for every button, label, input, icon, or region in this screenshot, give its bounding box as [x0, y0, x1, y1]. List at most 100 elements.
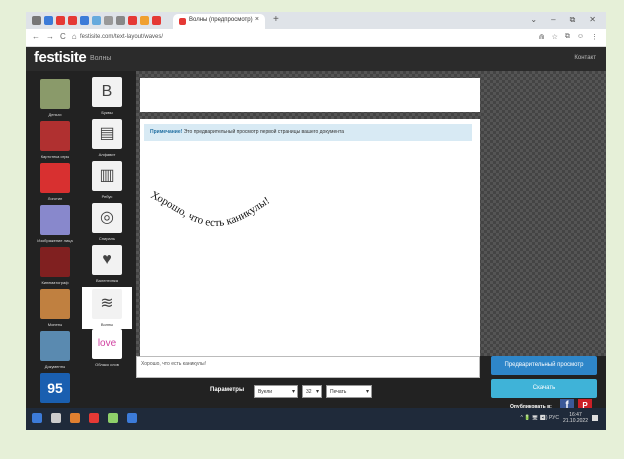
clock[interactable]: 16:47 21.10.2022 — [563, 412, 588, 424]
sidebar-item[interactable]: Изображение лица — [30, 205, 80, 243]
sidebar-item[interactable]: Картотека игры — [30, 121, 80, 159]
taskbar-app-icon[interactable] — [51, 413, 61, 423]
sidebar-item[interactable]: Кинематограф — [30, 247, 80, 285]
pinned-tab-icon[interactable] — [104, 16, 113, 25]
home-icon[interactable]: ⌂ — [72, 32, 77, 41]
sidebar-item-label: Монеты — [47, 322, 63, 327]
tray-icons[interactable]: ^ 🔋 🖥 ◀) РУС — [520, 415, 559, 421]
sidebar-item[interactable]: Деньги — [30, 79, 80, 117]
sidebar-item-label: Облако слов — [95, 362, 119, 367]
menu-icon[interactable]: ⋮ — [591, 33, 598, 41]
ad-banner — [140, 78, 480, 112]
url-field[interactable]: festisite.com/text-layout/waves/ — [80, 34, 163, 40]
window-controls: ⌄ – ⧉ ✕ — [530, 15, 596, 25]
site-header: festisite Волны Контакт — [26, 47, 606, 71]
bookmark-star-icon[interactable]: ☆ — [552, 33, 558, 41]
sidebar-thumbnail-icon: ▤ — [92, 119, 122, 149]
sidebar-thumbnail-icon: ♥ — [92, 245, 122, 275]
tab-title: Волны (предпросмотр) — [189, 17, 253, 23]
nav-waves-link[interactable]: Волны — [90, 55, 111, 62]
active-tab[interactable]: Волны (предпросмотр) × — [173, 14, 265, 29]
sidebar-item-label: Изображение лица — [37, 238, 73, 243]
tab-favicon-icon — [179, 18, 186, 25]
pinned-tab-icon[interactable] — [44, 16, 53, 25]
minimize-icon[interactable]: – — [551, 15, 555, 25]
sidebar-thumbnail-icon: ≋ — [92, 289, 122, 319]
download-button[interactable]: Скачать — [491, 379, 597, 398]
back-icon[interactable]: ← — [32, 32, 40, 41]
preview-canvas: Примечание! Это предварительный просмотр… — [136, 71, 606, 356]
sidebar-thumbnail-icon — [40, 121, 70, 151]
sidebar-item[interactable]: ≋ Волны — [82, 287, 132, 329]
reload-icon[interactable]: C — [60, 32, 66, 41]
notification-icon[interactable] — [592, 415, 598, 421]
taskbar-app-icon[interactable] — [127, 413, 137, 423]
sidebar-item-label: Валентинка — [96, 278, 118, 283]
sidebar-item[interactable]: ▤ Алфавит — [82, 119, 132, 157]
notice-text: Это предварительный просмотр первой стра… — [182, 129, 344, 135]
pinned-tab-icon[interactable] — [116, 16, 125, 25]
sidebar-item[interactable]: love Облако слов — [82, 329, 132, 367]
sidebar-item-label: Картотека игры — [40, 154, 70, 159]
pinned-tab-icon[interactable] — [152, 16, 161, 25]
sidebar-thumbnail-icon — [40, 247, 70, 277]
sidebar-thumbnail-icon — [40, 331, 70, 361]
sidebar-item[interactable]: B Буквы — [82, 77, 132, 115]
sidebar-item[interactable]: ▥ Ребус — [82, 161, 132, 199]
sidebar-item-label: Логотип — [47, 196, 63, 201]
sidebar-item-label: Документы — [44, 364, 66, 369]
taskbar-app-icon[interactable] — [108, 413, 118, 423]
profile-icon[interactable]: ☺ — [577, 33, 584, 41]
nav-buttons: ← → C ⌂ — [32, 32, 77, 41]
sidebar-item[interactable]: Логотип — [30, 163, 80, 201]
pinned-tab-icon[interactable] — [140, 16, 149, 25]
taskbar-apps — [32, 413, 137, 423]
pinned-tab-icon[interactable] — [32, 16, 41, 25]
translate-icon[interactable]: ⋒ — [539, 33, 545, 41]
pinned-tab-icon[interactable] — [92, 16, 101, 25]
close-window-icon[interactable]: ✕ — [589, 15, 596, 25]
chevron-down-icon: ▾ — [315, 389, 319, 395]
sidebar-item[interactable]: 95 — [30, 373, 80, 406]
sidepanel-icon[interactable]: ⧉ — [565, 33, 570, 41]
preview-button[interactable]: Предварительный просмотр — [491, 356, 597, 375]
sidebar-item-label: Деньги — [48, 112, 62, 117]
pinned-tab-icon[interactable] — [128, 16, 137, 25]
style-select-value: Печать — [330, 389, 347, 395]
sidebar-item[interactable]: ♥ Валентинка — [82, 245, 132, 283]
sidebar-item[interactable]: Документы — [30, 331, 80, 369]
font-select[interactable]: Вуели ▾ — [254, 385, 298, 398]
sidebar-thumbnail-icon — [40, 289, 70, 319]
site-logo[interactable]: festisite — [34, 49, 87, 66]
sidebar-thumbnail-icon — [40, 205, 70, 235]
wavy-text: Хорошо, что есть каникулы! — [149, 189, 272, 229]
sidebar-item[interactable]: Монеты — [30, 289, 80, 327]
chevron-down-icon: ▾ — [365, 389, 369, 395]
new-tab-button[interactable]: + — [273, 14, 279, 25]
sidebar-thumbnail-icon: love — [92, 329, 122, 359]
contact-link[interactable]: Контакт — [574, 55, 596, 61]
pinned-tab-icon[interactable] — [80, 16, 89, 25]
address-bar: ← → C ⌂ festisite.com/text-layout/waves/… — [26, 29, 606, 47]
style-select[interactable]: Печать ▾ — [326, 385, 372, 398]
taskbar-app-icon[interactable] — [89, 413, 99, 423]
tab-search-icon[interactable]: ⌄ — [530, 15, 537, 25]
pinned-tab-icon[interactable] — [56, 16, 65, 25]
address-bar-actions: ⋒ ☆ ⧉ ☺ ⋮ — [539, 33, 598, 41]
pinned-tabs — [32, 16, 161, 25]
sidebar-item-label: Ребус — [101, 194, 113, 199]
pinned-tab-icon[interactable] — [68, 16, 77, 25]
sidebar-item[interactable]: ◎ Спираль — [82, 203, 132, 241]
svg-text:Хорошо, что есть каникулы!: Хорошо, что есть каникулы! — [149, 189, 272, 229]
clock-date: 21.10.2022 — [562, 418, 588, 424]
sidebar-item-label: Спираль — [98, 236, 116, 241]
taskbar-app-icon[interactable] — [70, 413, 80, 423]
tab-close-icon[interactable]: × — [255, 16, 259, 23]
taskbar-app-icon[interactable] — [32, 413, 42, 423]
restore-icon[interactable]: ⧉ — [570, 15, 576, 25]
forward-icon[interactable]: → — [46, 32, 54, 41]
size-select[interactable]: 32 ▾ — [302, 385, 322, 398]
system-tray: ^ 🔋 🖥 ◀) РУС 16:47 21.10.2022 — [520, 412, 598, 424]
text-input[interactable]: Хорошо, что есть каникулы! — [136, 356, 480, 378]
sidebar-thumbnail-icon: 95 — [40, 373, 70, 403]
